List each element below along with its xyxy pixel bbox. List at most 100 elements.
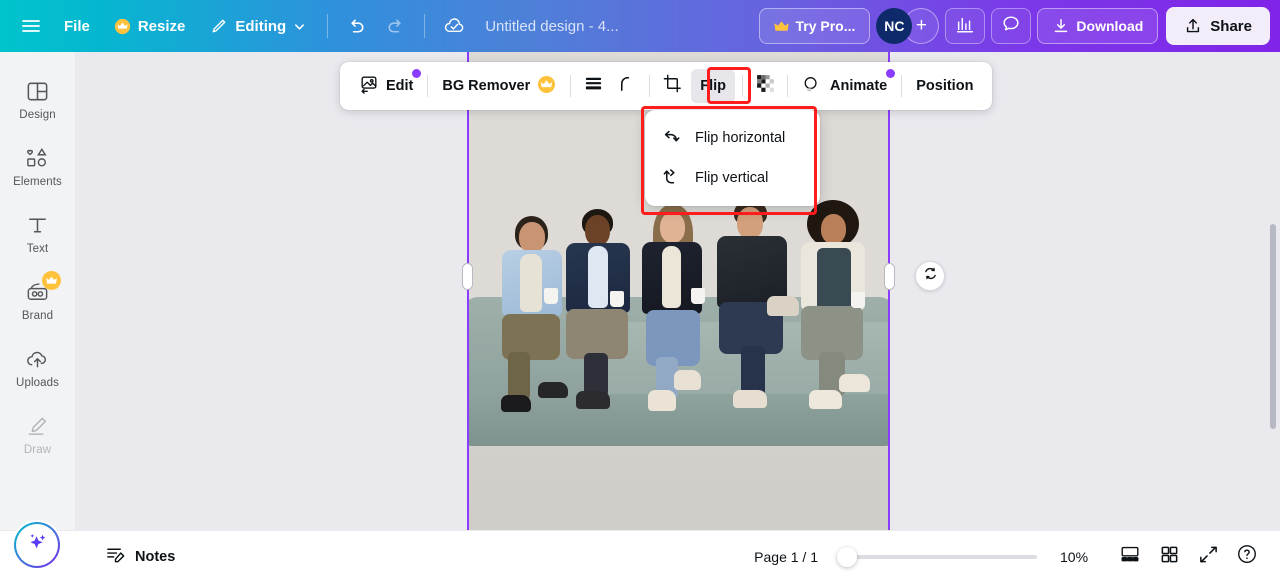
toolbar-separator [427, 75, 429, 97]
left-sidebar: Design Elements Text Brand Uploads Draw [0, 52, 75, 582]
edit-image-label: Edit [386, 78, 414, 94]
selection-border-right [888, 52, 890, 542]
help-button[interactable] [1230, 540, 1264, 574]
document-title[interactable]: Untitled design - 4... [475, 18, 628, 35]
hamburger-menu-button[interactable] [10, 8, 52, 44]
photo-overall [817, 248, 851, 312]
download-button[interactable]: Download [1037, 8, 1159, 44]
edit-image-button[interactable]: Edit [350, 69, 422, 103]
flip-vertical-item[interactable]: Flip vertical [645, 158, 820, 198]
photo-head [660, 212, 685, 243]
elements-icon [25, 145, 50, 171]
crop-button[interactable] [655, 69, 689, 103]
bottom-right-controls: Page 1 / 1 10% [754, 540, 1264, 574]
new-feature-badge [412, 69, 422, 78]
uploads-icon [25, 346, 50, 372]
insights-icon [955, 14, 975, 39]
zoom-slider-knob[interactable] [837, 546, 857, 567]
magic-sparkle-icon [25, 530, 50, 560]
photo-mug [544, 288, 558, 304]
grid-view-button[interactable] [1152, 540, 1186, 574]
comment-button[interactable] [991, 8, 1032, 44]
brand-icon [25, 271, 61, 305]
share-icon [1184, 17, 1202, 35]
share-button[interactable]: Share [1166, 7, 1270, 45]
photo-shirt [520, 254, 542, 312]
resize-button[interactable]: Resize [102, 8, 198, 44]
draw-icon [25, 413, 50, 439]
photo-shoe [733, 390, 767, 408]
zoom-slider[interactable] [837, 546, 1037, 567]
cloud-saved-button[interactable] [434, 8, 475, 44]
avatar[interactable]: NC [876, 8, 913, 44]
insights-button[interactable] [945, 8, 986, 44]
transparency-button[interactable] [748, 69, 782, 103]
comment-icon [1001, 14, 1021, 39]
crown-icon [537, 75, 556, 98]
sidebar-item-label: Design [19, 109, 56, 121]
photo-shirt [588, 246, 608, 308]
resize-handle-left[interactable] [462, 263, 473, 290]
sidebar-item-brand[interactable]: Brand [4, 271, 72, 329]
undo-button[interactable] [337, 8, 376, 44]
animate-icon [802, 74, 823, 99]
flip-vertical-icon [661, 166, 682, 191]
chevron-down-icon [293, 20, 306, 33]
sidebar-item-text[interactable]: Text [4, 204, 72, 262]
editing-mode-button[interactable]: Editing [197, 8, 318, 44]
rotate-icon [923, 266, 938, 286]
corner-radius-button[interactable] [610, 69, 644, 103]
animate-label: Animate [830, 78, 888, 94]
redo-button[interactable] [376, 8, 415, 44]
fullscreen-button[interactable] [1191, 540, 1225, 574]
sidebar-item-design[interactable]: Design [4, 70, 72, 128]
undo-icon [346, 16, 367, 37]
zoom-value[interactable]: 10% [1060, 549, 1094, 565]
design-icon [25, 78, 50, 104]
resize-handle-right[interactable] [884, 263, 895, 290]
new-feature-badge [886, 69, 896, 78]
photo-mug [610, 291, 624, 307]
pro-crown-badge [42, 271, 61, 290]
try-pro-button[interactable]: Try Pro... [759, 8, 871, 44]
sidebar-item-label: Brand [21, 310, 54, 322]
photo-person [793, 200, 885, 430]
page-view-button[interactable] [1113, 540, 1147, 574]
animate-button[interactable]: Animate [793, 69, 896, 103]
photo-shoe [674, 370, 701, 390]
vertical-scrollbar[interactable] [1270, 224, 1276, 429]
toolbar-divider [327, 14, 329, 38]
position-button[interactable]: Position [907, 69, 982, 103]
share-label: Share [1210, 17, 1252, 35]
adjust-button[interactable] [576, 69, 610, 103]
sidebar-item-uploads[interactable]: Uploads [4, 338, 72, 396]
hamburger-icon [20, 15, 42, 37]
image-context-toolbar: Edit BG Remover Flip Animate Position [340, 62, 993, 110]
selection-border-left [467, 52, 469, 542]
sidebar-item-label: Uploads [16, 377, 59, 389]
photo-head [737, 207, 763, 239]
flip-horizontal-item[interactable]: Flip horizontal [645, 118, 820, 158]
sidebar-item-elements[interactable]: Elements [4, 137, 72, 195]
toolbar-separator [787, 75, 789, 97]
flip-button[interactable]: Flip [691, 69, 736, 103]
rotate-handle[interactable] [915, 261, 945, 291]
photo-leg [566, 309, 628, 359]
sidebar-item-draw[interactable]: Draw [4, 405, 72, 463]
editing-label: Editing [235, 17, 287, 35]
bg-remover-button[interactable]: BG Remover [433, 69, 565, 103]
notes-label: Notes [135, 548, 176, 565]
file-menu-button[interactable]: File [52, 8, 102, 44]
page-view-icon [1119, 543, 1141, 570]
photo-person [713, 198, 805, 430]
edit-image-icon [359, 74, 379, 98]
photo-shoe [648, 390, 676, 411]
magic-studio-button[interactable] [14, 522, 60, 568]
transparency-icon [755, 73, 776, 99]
photo-shoe [839, 374, 870, 392]
download-label: Download [1076, 18, 1144, 34]
notes-button[interactable]: Notes [94, 540, 186, 574]
crown-icon [774, 20, 790, 33]
crop-icon [662, 73, 683, 99]
photo-head [821, 214, 846, 244]
